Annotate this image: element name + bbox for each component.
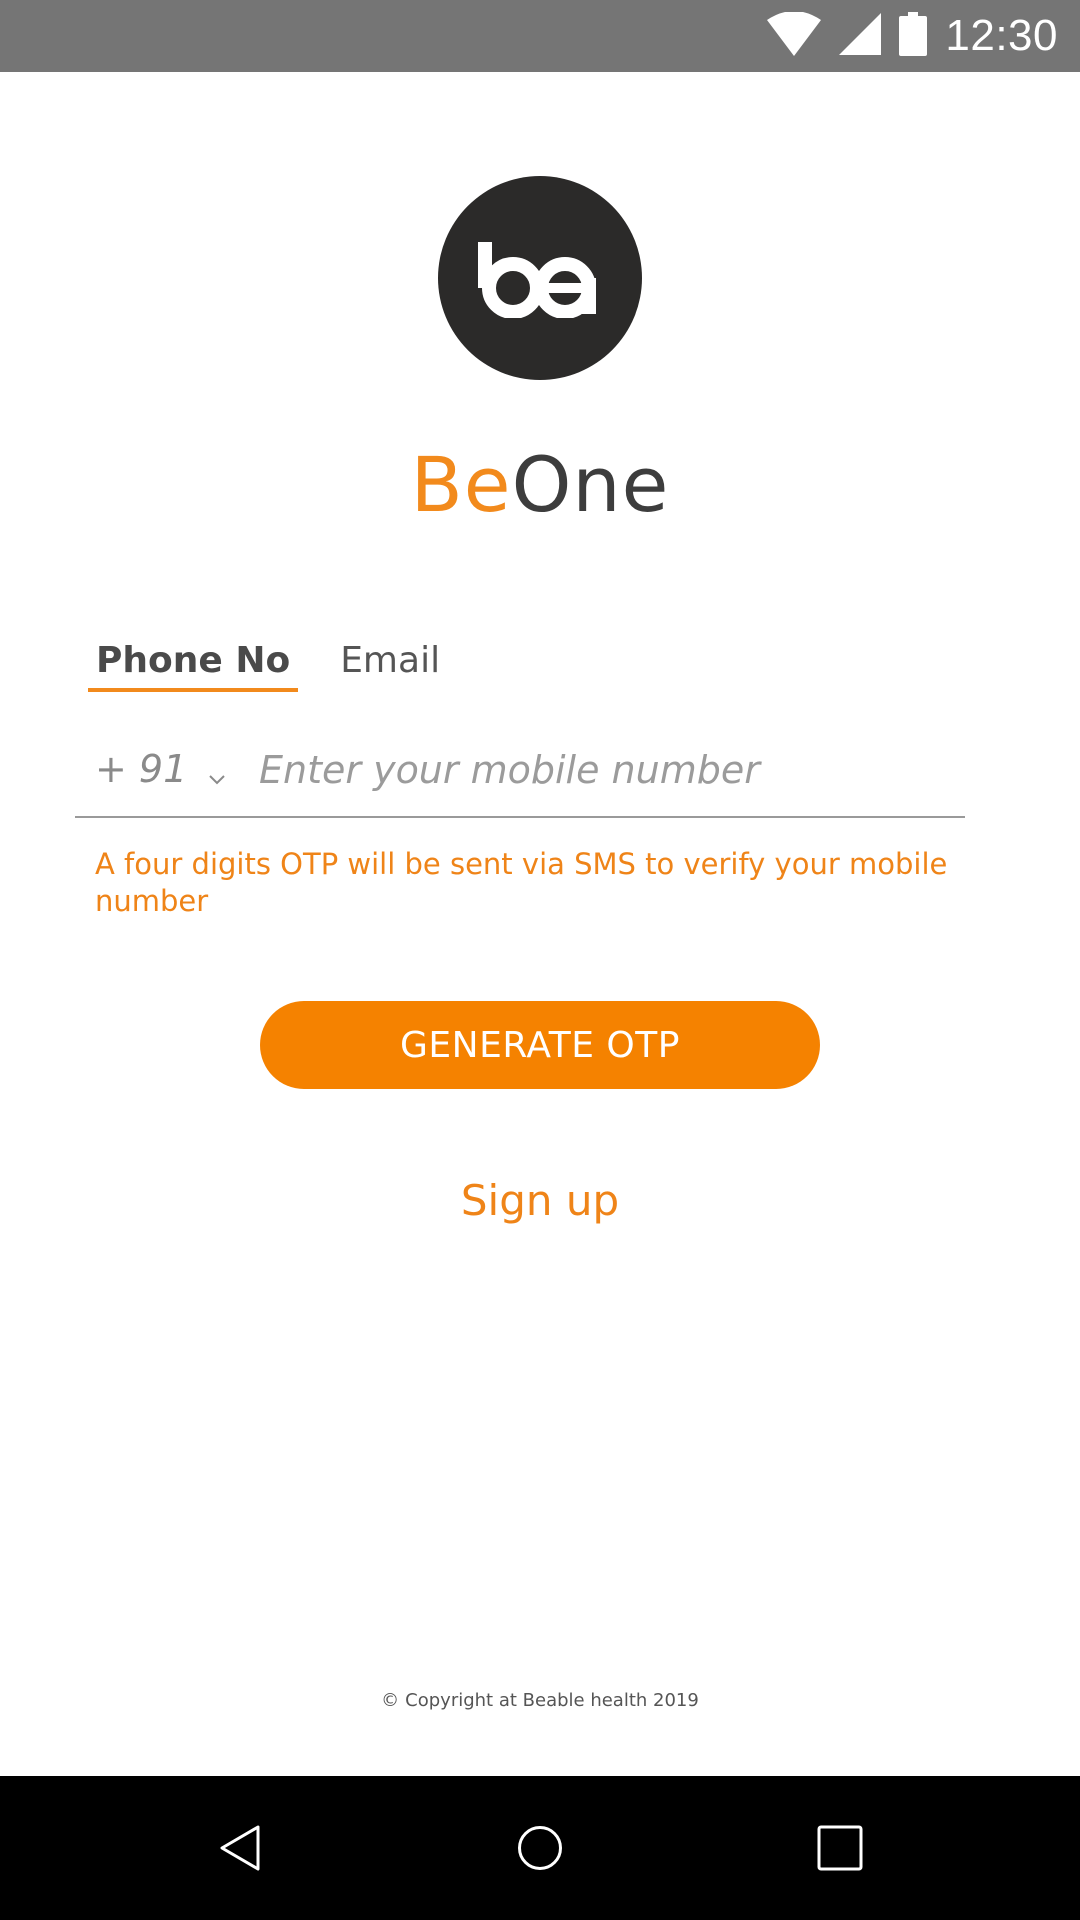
cellular-signal-icon [839,12,882,60]
mobile-number-input[interactable] [259,738,939,802]
tab-phone-no[interactable]: Phone No [88,636,299,692]
phone-input-row: + 91 [75,728,965,818]
battery-icon [899,11,928,61]
country-code-label: + 91 [95,747,188,791]
status-bar: 12:30 [0,0,1080,72]
brand-name-be: Be [410,440,512,529]
copyright-text: Copyright at Beable health 2019 [405,1690,699,1711]
copyright-footer: © Copyright at Beable health 2019 [0,1690,1080,1711]
login-screen: 12:30 BeOne Phone No Email + 91 Enter yo… [0,0,1080,1920]
sign-up-link[interactable]: Sign up [0,1176,1080,1225]
copyright-symbol: © [381,1690,400,1711]
navigation-bar [0,1776,1080,1920]
chevron-down-icon [209,750,225,794]
recents-icon[interactable] [768,1776,912,1920]
wifi-icon [767,10,822,61]
login-method-tabs: Phone No Email [88,636,448,692]
back-icon[interactable] [168,1776,312,1920]
brand-name: BeOne [0,440,1080,529]
country-code-selector[interactable]: + 91 [95,744,225,794]
status-icons: 12:30 [767,0,1058,72]
status-time: 12:30 [945,11,1058,60]
generate-otp-button[interactable]: GENERATE OTP [260,1001,820,1089]
tab-email[interactable]: Email [332,636,448,688]
brand-name-one: One [511,440,670,529]
beone-logo-icon [438,176,642,380]
home-icon[interactable] [468,1776,612,1920]
otp-hint-text: A four digits OTP will be sent via SMS t… [95,847,948,918]
